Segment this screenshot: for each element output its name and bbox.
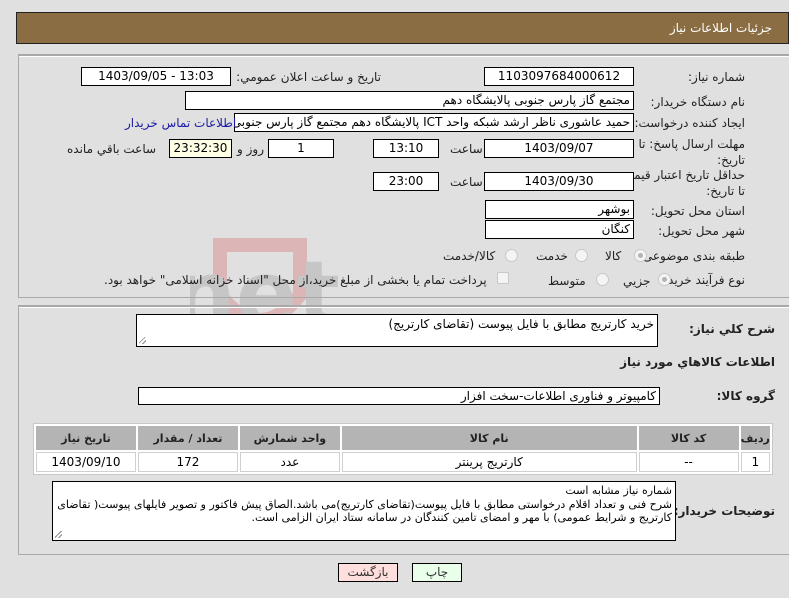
price-validity-date: 1403/09/30 bbox=[484, 172, 634, 191]
requester-label: ايجاد کننده درخواست: bbox=[634, 116, 745, 130]
category-radio-goods[interactable] bbox=[634, 249, 647, 262]
purchase-option-medium: متوسط bbox=[548, 274, 586, 288]
city-field: کنگان bbox=[485, 220, 634, 239]
buyer-notes-line-1: شماره نیاز مشابه است bbox=[565, 484, 672, 497]
days-label: روز و bbox=[237, 142, 264, 156]
cell-name: کارتریج پرینتر bbox=[341, 452, 637, 472]
page-title: جزئیات اطلاعات نیاز bbox=[669, 21, 772, 35]
col-row: ردیف bbox=[740, 426, 770, 450]
province-label: استان محل تحويل: bbox=[650, 204, 745, 218]
goods-section-title: اطلاعات کالاهاي مورد نياز bbox=[620, 355, 775, 369]
resize-handle-icon[interactable] bbox=[55, 531, 62, 538]
summary-textarea[interactable]: خرید کارتریج مطابق با فایل پیوست (تقاضای… bbox=[136, 314, 658, 347]
back-button[interactable]: بازگشت bbox=[338, 563, 398, 582]
purchase-type-label: نوع فرآیند خرید : bbox=[660, 273, 745, 287]
buyer-notes-label: توضیحات خریدار: bbox=[673, 504, 775, 518]
resize-handle-icon[interactable] bbox=[139, 337, 146, 344]
price-validity-label: حداقل تاریخ اعتبار قیمت: تا تاریخ: bbox=[618, 168, 745, 198]
page-header: جزئیات اطلاعات نیاز bbox=[16, 12, 789, 44]
col-unit: واحد شمارش bbox=[239, 426, 340, 450]
col-need-date: تاریخ نیاز bbox=[36, 426, 136, 450]
category-radio-goods-service[interactable] bbox=[505, 249, 518, 262]
need-number-label: شماره نیاز: bbox=[688, 70, 745, 84]
print-button[interactable]: چاپ bbox=[412, 563, 462, 582]
category-option-service: خدمت bbox=[536, 249, 568, 263]
purchase-radio-minor[interactable] bbox=[658, 273, 671, 286]
treasury-checkbox[interactable] bbox=[497, 272, 509, 284]
remaining-time-label: ساعت باقي مانده bbox=[67, 142, 157, 156]
price-validity-time: 23:00 bbox=[373, 172, 439, 191]
treasury-note: پرداخت تمام یا بخشی از مبلغ خرید،از محل … bbox=[104, 273, 487, 287]
response-time-label: ساعت bbox=[450, 142, 483, 156]
category-option-goods: کالا bbox=[605, 249, 622, 263]
table-row: 1 -- کارتریج پرینتر عدد 172 1403/09/10 bbox=[36, 452, 770, 472]
cell-need-date: 1403/09/10 bbox=[36, 452, 136, 472]
goods-group-field: کامپیوتر و فناوری اطلاعات-سخت افزار bbox=[138, 387, 660, 405]
goods-table: ردیف کد کالا نام کالا واحد شمارش تعداد /… bbox=[33, 423, 773, 475]
buyer-org-field: مجتمع گاز پارس جنوبی پالایشگاه دهم bbox=[185, 91, 634, 110]
summary-label: شرح کلي نياز: bbox=[689, 322, 775, 336]
summary-text: خرید کارتریج مطابق با فایل پیوست (تقاضای… bbox=[388, 317, 654, 331]
cell-quantity: 172 bbox=[138, 452, 238, 472]
category-option-goods-service: کالا/خدمت bbox=[443, 249, 496, 263]
buyer-notes-line-2: شرح فنی و تعداد اقلام درخواستی مطابق با … bbox=[57, 497, 672, 525]
col-code: کد کالا bbox=[638, 426, 739, 450]
cell-row: 1 bbox=[740, 452, 770, 472]
requester-field: حمید عاشوری ناظر ارشد شبکه واحد ICT پالا… bbox=[234, 113, 634, 132]
remaining-days-field: 1 bbox=[268, 139, 334, 158]
need-number-field: 1103097684000612 bbox=[484, 67, 634, 86]
response-deadline-label: مهلت ارسال پاسخ: تا تاریخ: bbox=[638, 137, 745, 167]
announce-datetime-field: 1403/09/05 - 13:03 bbox=[81, 67, 231, 86]
buyer-notes-textarea[interactable]: شماره نیاز مشابه است شرح فنی و تعداد اقل… bbox=[52, 481, 676, 541]
col-name: نام کالا bbox=[341, 426, 637, 450]
purchase-option-minor: جزیي bbox=[623, 274, 651, 288]
purchase-radio-medium[interactable] bbox=[596, 273, 609, 286]
city-label: شهر محل تحويل: bbox=[658, 224, 745, 238]
buyer-org-label: نام دستگاه خريدار: bbox=[650, 95, 746, 109]
goods-table-header: ردیف کد کالا نام کالا واحد شمارش تعداد /… bbox=[36, 426, 770, 450]
announce-datetime-label: تاریخ و ساعت اعلان عمومي: bbox=[236, 70, 381, 84]
category-label: طبقه بندی موضوعی: bbox=[638, 249, 745, 263]
price-validity-time-label: ساعت bbox=[450, 175, 483, 189]
cell-code: -- bbox=[638, 452, 739, 472]
col-quantity: تعداد / مقدار bbox=[138, 426, 238, 450]
response-deadline-time: 13:10 bbox=[373, 139, 439, 158]
goods-group-label: گروه کالا: bbox=[716, 389, 775, 403]
response-deadline-date: 1403/09/07 bbox=[484, 139, 634, 158]
province-field: بوشهر bbox=[485, 200, 634, 219]
category-radio-service[interactable] bbox=[575, 249, 588, 262]
buyer-contact-link[interactable]: اطلاعات تماس خریدار bbox=[125, 116, 236, 130]
cell-unit: عدد bbox=[239, 452, 340, 472]
remaining-time-field: 23:32:30 bbox=[169, 139, 232, 158]
